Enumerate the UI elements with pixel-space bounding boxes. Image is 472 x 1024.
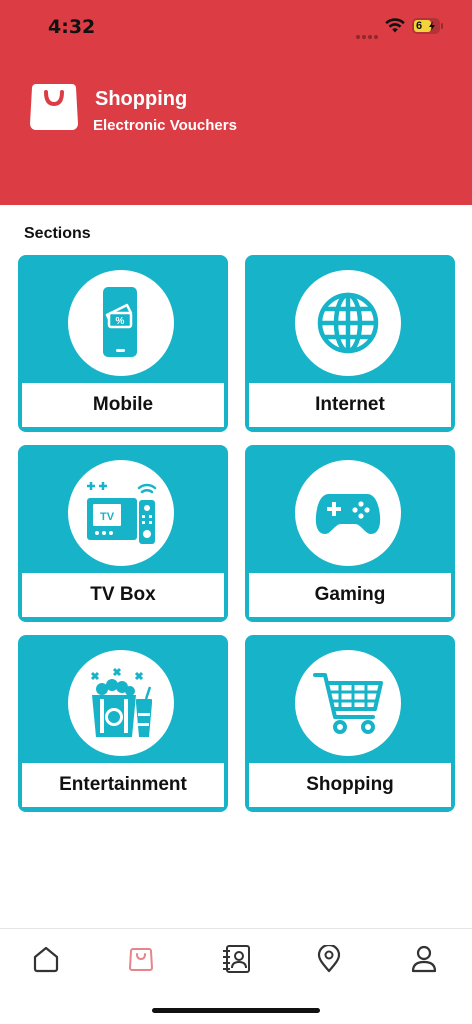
card-icon-circle: TV bbox=[68, 460, 174, 566]
home-icon bbox=[33, 946, 59, 973]
card-label: Internet bbox=[249, 383, 451, 427]
wifi-icon bbox=[385, 18, 405, 33]
battery-cap bbox=[441, 23, 443, 29]
home-indicator[interactable] bbox=[152, 1008, 320, 1013]
nav-home[interactable] bbox=[26, 939, 66, 979]
shopping-bag-icon bbox=[128, 948, 154, 971]
shopping-cart-icon bbox=[313, 673, 383, 734]
nav-profile[interactable] bbox=[404, 939, 444, 979]
svg-text:%: % bbox=[116, 316, 125, 327]
popcorn-icon bbox=[90, 667, 152, 737]
card-icon-circle bbox=[295, 650, 401, 756]
section-card-gaming[interactable]: Gaming bbox=[245, 445, 455, 622]
section-card-internet[interactable]: Internet bbox=[245, 255, 455, 432]
status-time: 4:32 bbox=[48, 16, 96, 38]
card-label: Shopping bbox=[249, 763, 451, 807]
section-card-shopping[interactable]: Shopping bbox=[245, 635, 455, 812]
card-label: Entertainment bbox=[22, 763, 224, 807]
profile-icon bbox=[411, 945, 437, 973]
card-label: Mobile bbox=[22, 383, 224, 427]
app-subtitle: Electronic Vouchers bbox=[93, 117, 237, 134]
card-icon-circle bbox=[295, 460, 401, 566]
app-header: 4:32 6 Shopping Electronic Vouchers bbox=[0, 0, 472, 205]
tv-box-icon: TV bbox=[87, 482, 157, 544]
status-bar: 4:32 6 bbox=[0, 0, 472, 54]
section-title: Sections bbox=[24, 225, 91, 242]
card-icon-circle bbox=[68, 650, 174, 756]
battery-icon: 6 bbox=[412, 18, 440, 34]
location-pin-icon bbox=[317, 945, 341, 973]
mobile-voucher-icon: % bbox=[103, 287, 137, 357]
section-card-mobile[interactable]: % Mobile bbox=[18, 255, 228, 432]
section-card-tv-box[interactable]: TV TV Box bbox=[18, 445, 228, 622]
nav-location[interactable] bbox=[309, 939, 349, 979]
shopping-bag-logo-icon bbox=[30, 84, 78, 130]
contacts-icon bbox=[223, 945, 250, 973]
gamepad-icon bbox=[315, 494, 381, 534]
app-title: Shopping bbox=[95, 88, 188, 110]
svg-text:TV: TV bbox=[100, 511, 115, 523]
card-label: Gaming bbox=[249, 573, 451, 617]
card-icon-circle: % bbox=[68, 270, 174, 376]
signal-icon bbox=[356, 26, 380, 39]
card-icon-circle bbox=[295, 270, 401, 376]
card-label: TV Box bbox=[22, 573, 224, 617]
section-card-entertainment[interactable]: Entertainment bbox=[18, 635, 228, 812]
nav-contacts[interactable] bbox=[216, 939, 256, 979]
battery-level: 6 bbox=[416, 20, 423, 32]
nav-shopping[interactable] bbox=[121, 939, 161, 979]
globe-icon bbox=[317, 292, 379, 354]
